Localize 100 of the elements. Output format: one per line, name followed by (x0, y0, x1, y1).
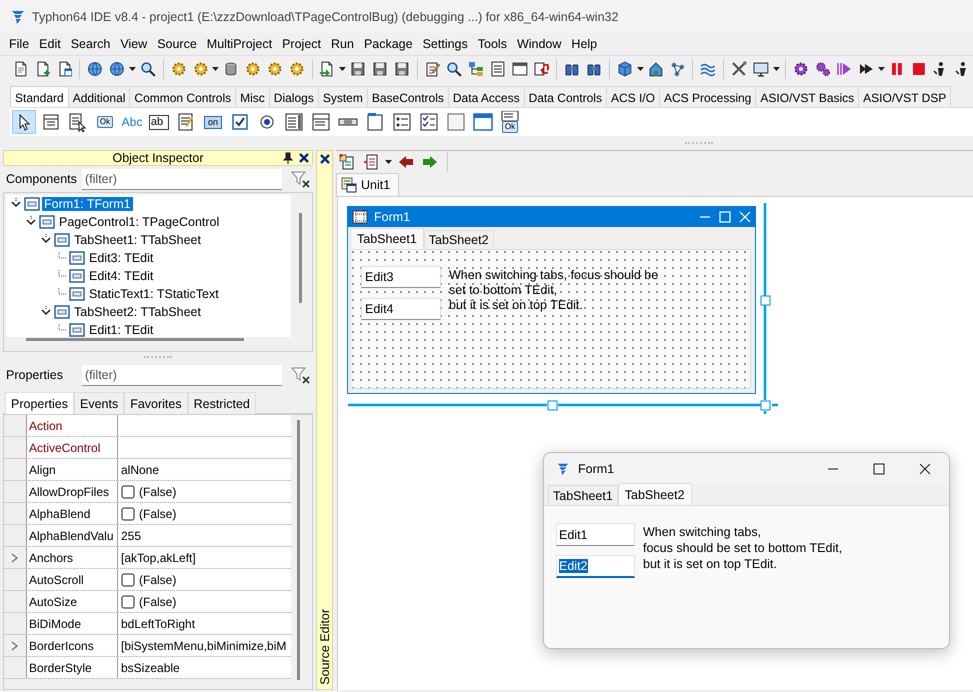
property-value[interactable]: (False) (139, 484, 176, 498)
property-name: ActiveControl (26, 437, 118, 458)
collapse-arrow-icon[interactable] (40, 306, 52, 318)
app-logo-icon (556, 462, 570, 476)
component-icon (54, 305, 70, 319)
tab[interactable]: Events (74, 392, 124, 414)
close-icon[interactable] (919, 462, 931, 474)
list-icon[interactable] (501, 111, 519, 121)
filter-field[interactable]: (filter) (82, 364, 282, 386)
field-label: Properties (6, 368, 64, 382)
panel-title: Object Inspector (112, 151, 204, 165)
property-value[interactable]: bsSizeable (121, 660, 180, 674)
property-value[interactable]: bdLeftToRight (121, 616, 196, 630)
scrollbar[interactable] (26, 338, 244, 341)
tree-item[interactable]: TabSheet2: TTabSheet (72, 305, 203, 319)
property-name: Anchors (26, 547, 118, 568)
menu-item[interactable]: Help (566, 37, 602, 51)
menu-item[interactable]: Settings (418, 37, 473, 51)
tree-item[interactable]: Form1: TForm1 (42, 197, 133, 211)
collapse-arrow-icon[interactable] (10, 198, 22, 210)
menu-item[interactable]: Edit (34, 37, 66, 51)
scrollbar[interactable] (296, 420, 300, 680)
palette-tab[interactable]: Standard (10, 86, 69, 107)
tree-item[interactable]: PageControl1: TPageControl (57, 215, 222, 229)
menu-item[interactable]: View (115, 37, 152, 51)
menu-item[interactable]: Source (152, 37, 202, 51)
text-field[interactable]: Edit3 (361, 266, 441, 288)
filter-clear-icon[interactable] (290, 169, 312, 189)
checkbox[interactable] (121, 484, 135, 498)
property-value[interactable]: alNone (121, 462, 160, 476)
palette-tool[interactable]: Abc (120, 110, 144, 134)
property-value[interactable]: (False) (139, 594, 176, 608)
static-text: When switching tabs, focus should be set to bottom TEdit, but it is set on top TEdit. (643, 524, 842, 573)
property-name: AutoSize (26, 591, 118, 612)
checkbox[interactable] (121, 572, 135, 586)
property-name: BorderIcons (26, 635, 118, 656)
menu-item[interactable]: Tools (472, 37, 512, 51)
close-icon[interactable] (318, 153, 330, 165)
menu-item[interactable]: Project (277, 37, 326, 51)
tab[interactable]: Favorites (124, 392, 188, 414)
form-icon (352, 210, 368, 224)
tab[interactable]: TabSheet2 (618, 483, 692, 505)
window-title: Typhon64 IDE v8.4 - project1 (E:\zzzDownload\TPageControlBug) (debugging ...) for x86_64-win64-win32 (32, 10, 618, 24)
palette-tab[interactable]: ASIO/VST DSP (858, 86, 952, 107)
palette-tool[interactable]: on (201, 110, 225, 134)
palette-tab[interactable]: Additional (68, 86, 130, 107)
menu-item[interactable]: Run (326, 37, 359, 51)
property-name: BorderStyle (26, 657, 118, 678)
tab[interactable]: TabSheet2 (424, 230, 494, 249)
property-name: AlphaBlend (26, 503, 118, 524)
filter-field[interactable]: (filter) (82, 168, 282, 190)
palette-tab[interactable]: ACS Processing (658, 86, 756, 107)
tree-item[interactable]: StaticText1: TStaticText (87, 287, 221, 301)
menu-item[interactable]: Window (512, 37, 566, 51)
tree-item[interactable]: Edit4: TEdit (87, 269, 156, 283)
palette-tool[interactable]: Ok (498, 110, 522, 134)
palette-tab[interactable]: System (318, 86, 368, 107)
tab[interactable]: TabSheet1 (548, 485, 618, 505)
tree-item[interactable]: TabSheet1: TTabSheet (72, 233, 203, 247)
text-field[interactable]: Edit4 (361, 298, 441, 320)
property-name: AllowDropFiles (26, 481, 118, 502)
static-text: When switching tabs, focus should be set to bottom TEdit, but it is set on top TEdit. (449, 267, 658, 314)
component-icon (54, 233, 70, 247)
component-icon (69, 287, 85, 301)
app-logo-icon (10, 8, 26, 24)
palette-tool[interactable]: Ok (93, 110, 117, 134)
field-label: Components (6, 172, 78, 186)
property-name: Align (26, 459, 118, 480)
menu-item[interactable]: MultiProject (202, 37, 278, 51)
collapse-arrow-icon[interactable] (40, 234, 52, 246)
property-value[interactable]: [akTop,akLeft] (121, 550, 196, 564)
tree-item[interactable]: Edit1: TEdit (87, 323, 156, 337)
selection-frame-drawing[interactable] (346, 203, 778, 415)
checkbox[interactable] (121, 594, 135, 608)
text-field[interactable]: Edit1 (556, 523, 635, 546)
menu-item[interactable]: Package (358, 37, 418, 51)
pin-icon[interactable] (282, 152, 294, 164)
property-value[interactable]: (False) (139, 572, 176, 586)
scrollbar[interactable] (299, 213, 302, 303)
property-value[interactable]: 255 (121, 528, 142, 542)
tab[interactable]: Properties (5, 392, 74, 415)
tab[interactable]: TabSheet1 (350, 228, 424, 249)
tree-item[interactable]: Edit3: TEdit (87, 251, 156, 265)
tab[interactable]: Restricted (188, 392, 256, 414)
property-value[interactable]: [biSystemMenu,biMinimize,biM (121, 638, 286, 652)
component-icon (39, 215, 55, 229)
maximize-icon[interactable] (873, 462, 885, 474)
property-name: AutoScroll (26, 569, 118, 590)
property-name: BiDiMode (26, 613, 118, 634)
checkbox[interactable] (121, 506, 135, 520)
editor-tab[interactable]: Unit1 (336, 173, 400, 196)
menu-item[interactable]: Search (66, 37, 116, 51)
property-value[interactable]: (False) (139, 506, 176, 520)
close-icon[interactable] (298, 152, 310, 164)
filter-clear-icon[interactable] (290, 365, 312, 385)
text-field[interactable]: Edit2 (556, 555, 635, 578)
collapse-arrow-icon[interactable] (25, 216, 37, 228)
menu-item[interactable]: File (4, 37, 34, 51)
panel-title[interactable]: Source Editor (318, 609, 332, 685)
palette-tab[interactable]: Dialogs (268, 86, 319, 107)
